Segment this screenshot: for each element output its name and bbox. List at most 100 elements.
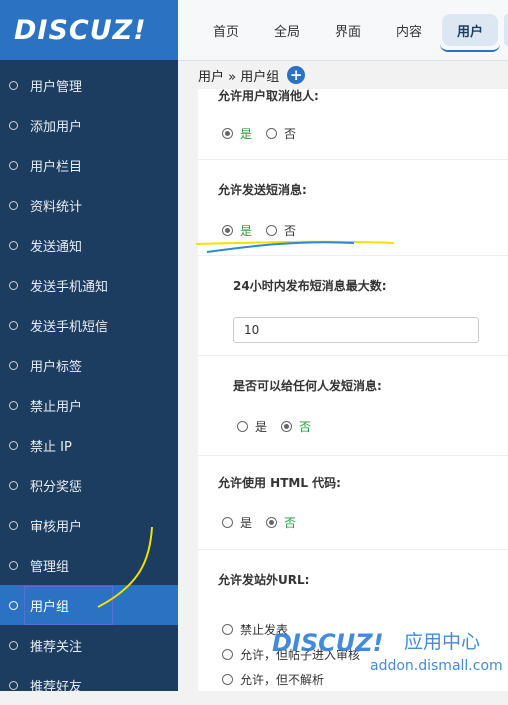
bullet-icon — [9, 360, 18, 370]
sidebar-item-send-notice[interactable]: 发送通知 — [0, 225, 178, 265]
bullet-icon — [9, 520, 18, 530]
sidebar-item-label: 添加用户 — [30, 119, 83, 135]
bullet-icon — [9, 240, 18, 250]
radio-label: 是 — [240, 516, 253, 530]
setting-label: 24小时内发布短消息最大数: — [233, 279, 387, 293]
radio-no[interactable] — [281, 421, 293, 432]
sidebar-item-label: 资料统计 — [30, 199, 83, 215]
bullet-icon — [9, 680, 18, 690]
radio-group: 是 否 — [237, 418, 325, 435]
radio-allow-moderate[interactable] — [222, 649, 233, 660]
radio-no[interactable] — [266, 225, 278, 236]
radio-option: 禁止发表 — [222, 621, 302, 638]
radio-group: 是 否 — [222, 125, 310, 142]
bullet-icon — [9, 400, 18, 410]
tab-label: 用户 — [456, 24, 483, 40]
setting-item: 允许发站外URL: 禁止发表 允许，但帖子进入审核 允许，但不解析 — [198, 549, 508, 691]
sidebar-item-label: 积分奖惩 — [30, 479, 83, 495]
sidebar-item-user-fields[interactable]: 用户栏目 — [0, 145, 178, 185]
radio-forbid[interactable] — [222, 624, 233, 635]
setting-label: 允许使用 HTML 代码: — [218, 476, 341, 490]
radio-label: 否 — [284, 516, 297, 530]
bullet-icon — [9, 560, 18, 570]
tab-interface[interactable]: 界面 — [326, 14, 370, 46]
sidebar-item-recommend-follow[interactable]: 推荐关注 — [0, 625, 178, 665]
sidebar-item-label: 发送手机短信 — [30, 319, 109, 335]
add-icon[interactable]: + — [287, 66, 306, 84]
sidebar-item-ban-ip[interactable]: 禁止 IP — [0, 425, 178, 465]
setting-item: 24小时内发布短消息最大数: — [198, 255, 508, 356]
annotation-underline — [440, 44, 500, 52]
bullet-icon — [9, 280, 18, 290]
sidebar-item-recommend-friends[interactable]: 推荐好友 — [0, 665, 178, 705]
radio-group: 是 否 — [222, 514, 310, 531]
sidebar-item-user-manage[interactable]: 用户管理 — [0, 65, 178, 105]
sidebar-item-ban-user[interactable]: 禁止用户 — [0, 385, 178, 425]
radio-label: 允许，但帖子进入审核 — [240, 648, 361, 662]
sidebar-item-label: 发送通知 — [30, 239, 83, 255]
radio-label: 否 — [284, 224, 297, 238]
sidebar-item-send-mobile-notice[interactable]: 发送手机通知 — [0, 265, 178, 305]
max-messages-input[interactable] — [233, 317, 479, 343]
sidebar-item-label: 管理组 — [30, 559, 70, 575]
logo-text: DISCUZ! — [14, 14, 147, 46]
radio-group: 是 否 — [222, 222, 310, 239]
sidebar-item-moderate-users[interactable]: 审核用户 — [0, 505, 178, 545]
radio-label: 禁止发表 — [240, 623, 289, 637]
sidebar-item-admin-groups[interactable]: 管理组 — [0, 545, 178, 585]
tab-content[interactable]: 内容 — [387, 14, 431, 46]
radio-no[interactable] — [266, 128, 278, 139]
tab-home[interactable]: 首页 — [204, 14, 248, 46]
sidebar-item-label: 审核用户 — [30, 519, 83, 535]
radio-yes[interactable] — [222, 517, 233, 528]
bullet-icon — [9, 80, 18, 90]
radio-yes[interactable] — [222, 128, 233, 139]
breadcrumb-bar: 用户 » 用户组 + — [178, 61, 508, 89]
bullet-icon — [9, 200, 18, 210]
sidebar-item-send-sms[interactable]: 发送手机短信 — [0, 305, 178, 345]
tab-label: 首页 — [212, 24, 239, 40]
tab-label: 界面 — [334, 24, 361, 40]
setting-item: 是否可以给任何人发短消息: 是 否 — [198, 355, 508, 456]
sidebar-item-label: 用户栏目 — [30, 159, 83, 175]
radio-label: 否 — [299, 420, 312, 434]
sidebar-item-label: 推荐好友 — [30, 679, 83, 695]
setting-item: 允许发送短消息: 是 否 — [198, 159, 508, 256]
bullet-icon — [9, 600, 18, 610]
radio-no[interactable] — [266, 517, 278, 528]
tab-global[interactable]: 全局 — [265, 14, 309, 46]
sidebar: DISCUZ! 用户管理 添加用户 用户栏目 资料统计 发送通知 发送手机通知 … — [0, 0, 178, 695]
settings-form: 允许用户取消他人: 是 否 允许发送短消息: 是 否 24小时内发布短消息最大数… — [198, 89, 508, 691]
sidebar-item-label: 用户管理 — [30, 79, 83, 95]
sidebar-item-label: 禁止用户 — [30, 399, 83, 415]
breadcrumb: 用户 » 用户组 — [198, 69, 280, 85]
radio-yes[interactable] — [237, 421, 248, 432]
setting-label: 允许发送短消息: — [218, 183, 307, 197]
tab-label: 内容 — [395, 24, 422, 40]
sidebar-item-label: 发送手机通知 — [30, 279, 109, 295]
sidebar-item-user-tags[interactable]: 用户标签 — [0, 345, 178, 385]
radio-allow-noparse[interactable] — [222, 674, 233, 685]
radio-option: 允许，但不解析 — [222, 671, 338, 688]
bullet-icon — [9, 160, 18, 170]
sidebar-item-profile-stats[interactable]: 资料统计 — [0, 185, 178, 225]
radio-option: 允许，但帖子进入审核 — [222, 646, 374, 663]
bullet-icon — [9, 320, 18, 330]
bullet-icon — [9, 440, 18, 450]
setting-label: 是否可以给任何人发短消息: — [233, 379, 382, 393]
sidebar-item-credits[interactable]: 积分奖惩 — [0, 465, 178, 505]
sidebar-item-label: 禁止 IP — [30, 439, 72, 455]
setting-item: 允许使用 HTML 代码: 是 否 — [198, 455, 508, 550]
radio-yes[interactable] — [222, 225, 233, 236]
bullet-icon — [9, 120, 18, 130]
discuz-logo[interactable]: DISCUZ! — [0, 0, 178, 60]
tab-users[interactable]: 用户 — [442, 14, 498, 46]
annotation-box — [24, 586, 113, 625]
radio-label: 否 — [284, 127, 297, 141]
radio-label: 是 — [255, 420, 268, 434]
sidebar-item-label: 推荐关注 — [30, 639, 83, 655]
tab-next-edge[interactable] — [504, 14, 508, 46]
sidebar-item-add-user[interactable]: 添加用户 — [0, 105, 178, 145]
tab-label: 全局 — [273, 24, 300, 40]
bullet-icon — [9, 480, 18, 490]
